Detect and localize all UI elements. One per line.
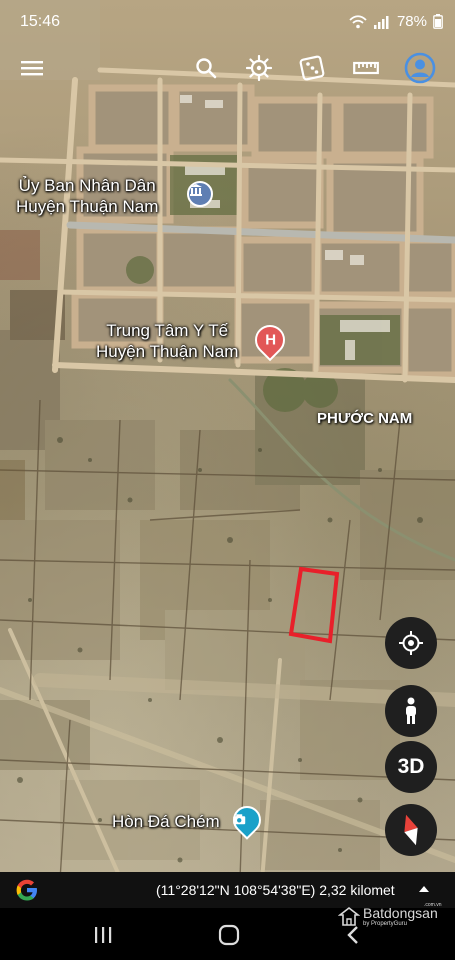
place-label-line2: Huyện Thuận Nam (16, 197, 159, 216)
watermark-sub: by PropertyGuru (363, 921, 408, 927)
compass-icon (404, 814, 418, 846)
recent-apps-button[interactable] (90, 922, 116, 948)
place-label-medical-center[interactable]: Trung Tâm Y Tế Huyện Thuận Nam (96, 320, 238, 362)
voyager-button[interactable] (243, 52, 275, 84)
battery-icon (433, 14, 443, 29)
recent-apps-icon (95, 927, 112, 943)
measure-button[interactable] (350, 52, 382, 84)
ruler-icon (353, 61, 379, 75)
area-label-phuoc-nam: PHƯỚC NAM (317, 410, 413, 427)
coordinates-text: (11°28'12"N 108°54'38"E) 2,32 kilomet (156, 882, 395, 898)
watermark-logo-icon (338, 906, 360, 926)
place-label-hon-da-chem[interactable]: Hòn Đá Chém (112, 811, 220, 832)
place-label-line2: Huyện Thuận Nam (96, 342, 239, 361)
place-label-line1: Trung Tâm Y Tế (106, 321, 229, 340)
feeling-lucky-button[interactable] (296, 52, 328, 84)
battery-percent: 78% (396, 13, 427, 30)
place-label-line1: Hòn Đá Chém (112, 812, 220, 831)
compass-button[interactable] (385, 804, 437, 856)
my-location-button[interactable] (385, 617, 437, 669)
account-button[interactable] (403, 51, 437, 85)
watermark-domain: .com.vn (424, 902, 442, 908)
dice-icon (299, 55, 325, 81)
signal-icon (373, 15, 389, 29)
government-building-icon[interactable] (187, 181, 213, 207)
3d-toggle-button[interactable]: 3D (385, 741, 437, 793)
watermark: Batdongsan by PropertyGuru .com.vn (338, 902, 442, 928)
voyager-wheel-icon (246, 55, 272, 81)
menu-icon (21, 61, 43, 76)
back-icon (347, 926, 358, 944)
place-label-line1: Ủy Ban Nhân Dân (18, 176, 156, 195)
home-icon (218, 924, 240, 946)
watermark-brand: Batdongsan (363, 905, 438, 921)
wifi-icon (349, 14, 367, 28)
google-logo-icon (16, 879, 37, 901)
caret-up-icon[interactable] (418, 884, 430, 894)
coordinates-bar[interactable]: (11°28'12"N 108°54'38"E) 2,32 kilomet (0, 872, 455, 908)
street-view-button[interactable] (385, 685, 437, 737)
place-label-people-committee[interactable]: Ủy Ban Nhân Dân Huyện Thuận Nam (16, 175, 158, 217)
pegman-icon (406, 697, 416, 724)
status-time: 15:46 (20, 13, 61, 30)
home-button[interactable] (216, 922, 242, 948)
my-location-icon (399, 631, 423, 655)
status-bar: 15:46 78% (0, 0, 455, 44)
search-button[interactable] (190, 52, 222, 84)
account-icon (404, 52, 436, 84)
search-icon (196, 58, 217, 79)
menu-button[interactable] (16, 52, 48, 84)
